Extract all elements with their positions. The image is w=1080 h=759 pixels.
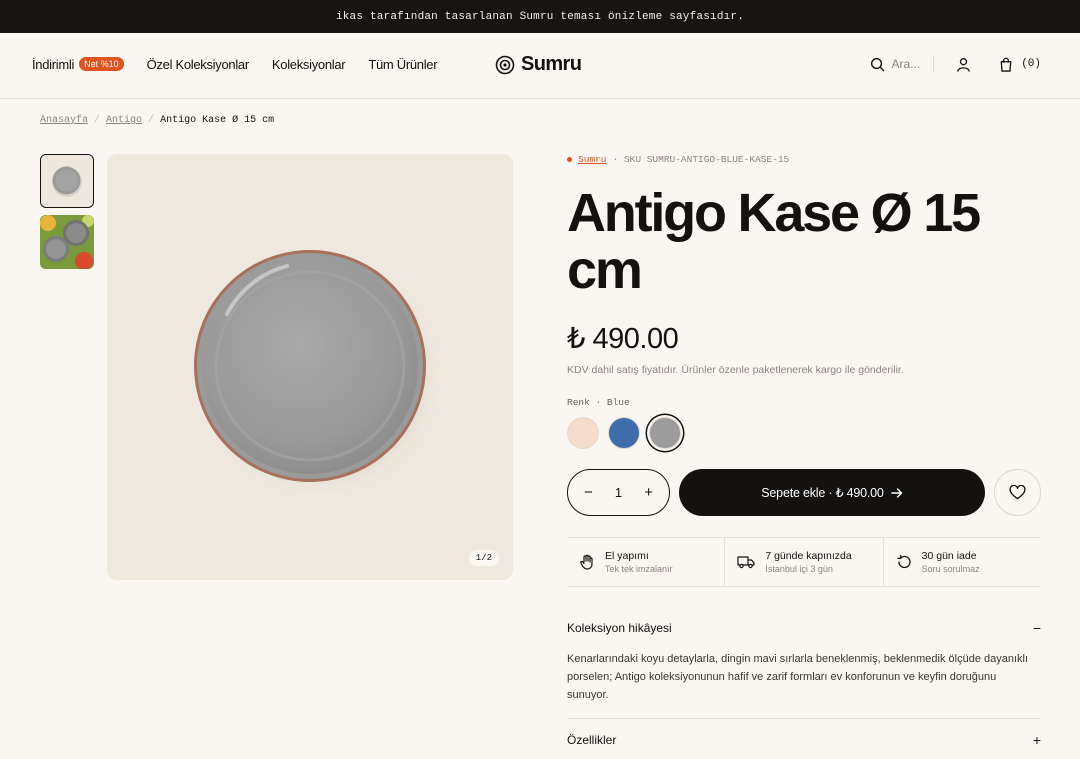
announcement-bar: ikas tarafından tasarlanan Sumru teması … xyxy=(0,0,1080,33)
nav-item-label: İndirimli xyxy=(32,56,75,72)
thumbnail-1[interactable] xyxy=(40,154,94,208)
feature-handmade: El yapımı Tek tek imzalanır xyxy=(567,538,726,586)
nav-item-special-collections[interactable]: Özel Koleksiyonlar xyxy=(147,57,250,72)
product-info: Sumru · SKU SUMRU-ANTIGO-BLUE-KASE-15 An… xyxy=(567,154,1041,759)
bowl-thumbnail-image xyxy=(41,155,92,206)
arrow-right-icon xyxy=(890,487,902,498)
accordion-divider xyxy=(567,718,1041,719)
expand-icon: + xyxy=(1032,732,1041,748)
product-main-image[interactable]: 1/2 xyxy=(107,154,513,580)
search-icon xyxy=(870,57,884,71)
quantity-value[interactable]: 1 xyxy=(615,485,622,500)
search-placeholder: Ara... xyxy=(891,57,921,71)
swatch-blue[interactable] xyxy=(608,417,640,449)
breadcrumb-current: Antigo Kase Ø 15 cm xyxy=(160,115,275,126)
account-button[interactable] xyxy=(956,57,971,72)
color-label: Renk · Blue xyxy=(567,397,630,408)
swatch-grey[interactable] xyxy=(649,417,681,449)
accordion-story-title: Koleksiyon hikâyesi xyxy=(567,621,672,635)
brand-line: Sumru · SKU SUMRU-ANTIGO-BLUE-KASE-15 xyxy=(567,154,1041,165)
feature-subtitle: Tek tek imzalanır xyxy=(605,564,673,574)
increase-quantity-button[interactable]: + xyxy=(644,484,653,501)
breadcrumb-collection[interactable]: Antigo xyxy=(106,115,142,126)
feature-returns: 30 gün iade Soru sorulmaz xyxy=(884,538,1041,586)
feature-title: 30 gün iade xyxy=(921,550,977,562)
accordion-story-header[interactable]: Koleksiyon hikâyesi − xyxy=(567,620,1041,636)
logo-text: Sumru xyxy=(521,53,582,75)
heart-icon xyxy=(1009,485,1026,500)
return-icon xyxy=(897,554,911,569)
bowl-image xyxy=(191,250,447,502)
truck-icon xyxy=(737,556,755,569)
add-to-cart-label: Sepete ekle · ₺ 490.00 xyxy=(761,486,884,500)
image-counter: 1/2 xyxy=(468,550,499,566)
breadcrumb-home[interactable]: Anasayfa xyxy=(40,115,88,126)
decrease-quantity-button[interactable]: − xyxy=(584,484,593,501)
search-trigger[interactable]: Ara... xyxy=(870,56,935,72)
feature-title: El yapımı xyxy=(605,550,649,562)
breadcrumb-separator: / xyxy=(94,115,101,126)
cart-count: (0) xyxy=(1021,58,1041,70)
user-icon xyxy=(957,57,970,72)
product-sku: · SKU SUMRU-ANTIGO-BLUE-KASE-15 xyxy=(612,154,790,165)
announcement-text: ikas tarafından tasarlanan Sumru teması … xyxy=(335,10,745,23)
tax-note: KDV dahil satış fiyatıdır. Ürünler özenl… xyxy=(567,364,904,376)
lifestyle-thumbnail-image xyxy=(40,215,94,269)
product-title: Antigo Kase Ø 15 cm xyxy=(567,183,981,300)
quantity-stepper: − 1 + xyxy=(567,469,670,516)
brand-dot-icon xyxy=(567,157,572,162)
color-swatches xyxy=(567,417,1041,449)
feature-subtitle: İstanbul içi 3 gün xyxy=(765,564,833,574)
nav-item-discounted[interactable]: İndirimli Net %10 xyxy=(32,57,124,72)
accordion-features-header[interactable]: Özellikler + xyxy=(567,732,1041,748)
swatch-peach[interactable] xyxy=(567,417,599,449)
feature-delivery: 7 günde kapınızda İstanbul içi 3 gün xyxy=(725,538,884,586)
header-actions: Ara... (0) xyxy=(870,33,1041,95)
product-price: ₺ 490.00 xyxy=(567,323,679,355)
thumbnail-2[interactable] xyxy=(40,215,94,269)
accordion-story-body: Kenarlarındaki koyu detaylarla, dingin m… xyxy=(567,653,1029,701)
feature-strip: El yapımı Tek tek imzalanır 7 günde kapı… xyxy=(567,537,1041,587)
breadcrumb: Anasayfa / Antigo / Antigo Kase Ø 15 cm xyxy=(40,115,274,126)
add-to-cart-button[interactable]: Sepete ekle · ₺ 490.00 xyxy=(679,469,985,516)
accordion-features-title: Özellikler xyxy=(567,733,617,747)
brand-link[interactable]: Sumru xyxy=(578,154,607,165)
main-nav: İndirimli Net %10 Özel Koleksiyonlar Kol… xyxy=(32,33,438,95)
breadcrumb-separator: / xyxy=(148,115,155,126)
shopping-bag-icon xyxy=(1000,57,1012,72)
cart-button[interactable]: (0) xyxy=(999,57,1041,72)
discount-badge: Net %10 xyxy=(79,57,124,71)
nav-item-collections[interactable]: Koleksiyonlar xyxy=(272,57,346,72)
purchase-row: − 1 + Sepete ekle · ₺ 490.00 xyxy=(567,469,1041,516)
feature-title: 7 günde kapınızda xyxy=(765,550,852,562)
logo-mark-icon xyxy=(495,55,515,74)
site-logo[interactable]: Sumru xyxy=(495,53,582,76)
collapse-icon: − xyxy=(1032,620,1041,636)
nav-item-all-products[interactable]: Tüm Ürünler xyxy=(368,57,437,72)
site-header: İndirimli Net %10 Özel Koleksiyonlar Kol… xyxy=(0,33,1080,99)
feature-subtitle: Soru sorulmaz xyxy=(921,564,980,574)
wishlist-button[interactable] xyxy=(994,469,1041,516)
hand-icon xyxy=(580,554,593,570)
